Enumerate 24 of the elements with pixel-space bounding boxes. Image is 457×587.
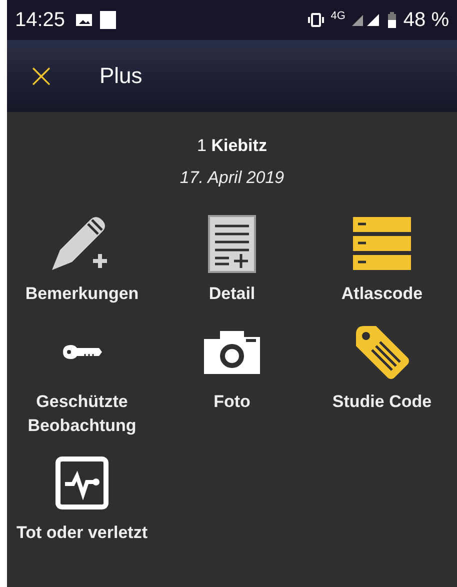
action-button[interactable]: Geschützte Beobachtung [7,320,157,438]
battery-percent: 48 % [403,8,449,32]
status-time: 14:25 [15,8,66,32]
action-button[interactable]: Tot oder verletzt [7,451,157,546]
record-name: 1 Kiebitz [197,136,267,156]
action-button[interactable]: Bemerkungen [7,212,157,306]
action-button[interactable]: Studie Code [307,320,457,438]
action-button[interactable]: Atlascode [307,212,457,306]
action-button[interactable]: Detail [157,212,307,306]
record-date: 17. April 2019 [180,168,284,188]
camera-icon [202,328,262,375]
image-icon [75,12,94,28]
action-button[interactable]: Foto [157,320,307,438]
screen-title: Plus [100,63,142,89]
network-type: 4G [330,10,346,22]
vibrate-icon [306,13,325,27]
close-button[interactable]: × [23,59,60,93]
square-icon [99,10,118,30]
document-plus-icon [207,214,257,274]
battery-icon [387,12,398,28]
pulse-monitor-icon [55,456,109,510]
stacked-bars-icon [352,216,412,272]
tag-icon [354,324,410,380]
signal-icon [351,13,382,27]
